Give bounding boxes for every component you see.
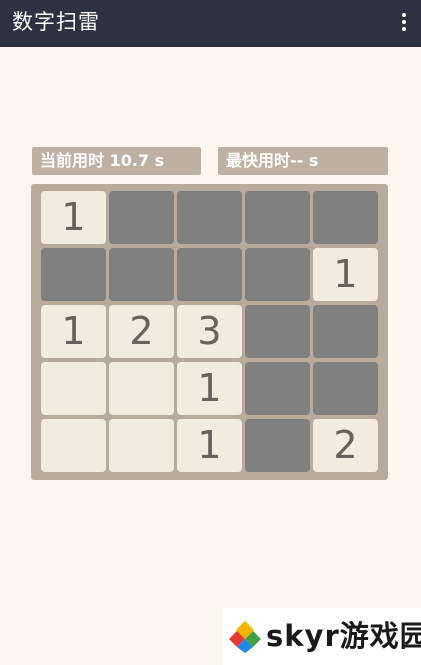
hidden-cell[interactable] xyxy=(245,191,310,244)
hidden-cell[interactable] xyxy=(177,248,242,301)
hidden-cell[interactable] xyxy=(109,191,174,244)
watermark-text: skyr游戏园 xyxy=(266,619,421,653)
game-board: 11123112 xyxy=(31,184,388,480)
revealed-empty-cell[interactable] xyxy=(41,362,106,415)
app-bar: 数字扫雷 xyxy=(0,0,421,47)
hidden-cell[interactable] xyxy=(177,191,242,244)
hidden-cell[interactable] xyxy=(41,248,106,301)
hidden-cell[interactable] xyxy=(245,305,310,358)
hidden-cell[interactable] xyxy=(313,191,378,244)
app-title: 数字扫雷 xyxy=(12,10,100,34)
revealed-empty-cell[interactable] xyxy=(109,419,174,472)
revealed-empty-cell[interactable] xyxy=(41,419,106,472)
hidden-cell[interactable] xyxy=(109,248,174,301)
number-cell[interactable]: 3 xyxy=(177,305,242,358)
hidden-cell[interactable] xyxy=(245,362,310,415)
hidden-cell[interactable] xyxy=(245,419,310,472)
number-cell[interactable]: 2 xyxy=(109,305,174,358)
best-time-label: 最快用时-- s xyxy=(218,147,388,175)
watermark-logo: skyr游戏园 xyxy=(222,608,421,665)
current-time-label: 当前用时 10.7 s xyxy=(32,147,201,175)
hidden-cell[interactable] xyxy=(313,305,378,358)
number-cell[interactable]: 2 xyxy=(313,419,378,472)
hidden-cell[interactable] xyxy=(313,362,378,415)
number-cell[interactable]: 1 xyxy=(41,191,106,244)
watermark-icon xyxy=(229,621,261,653)
number-cell[interactable]: 1 xyxy=(177,419,242,472)
number-cell[interactable]: 1 xyxy=(177,362,242,415)
revealed-empty-cell[interactable] xyxy=(109,362,174,415)
number-cell[interactable]: 1 xyxy=(313,248,378,301)
more-menu-icon[interactable] xyxy=(397,10,411,34)
number-cell[interactable]: 1 xyxy=(41,305,106,358)
hidden-cell[interactable] xyxy=(245,248,310,301)
